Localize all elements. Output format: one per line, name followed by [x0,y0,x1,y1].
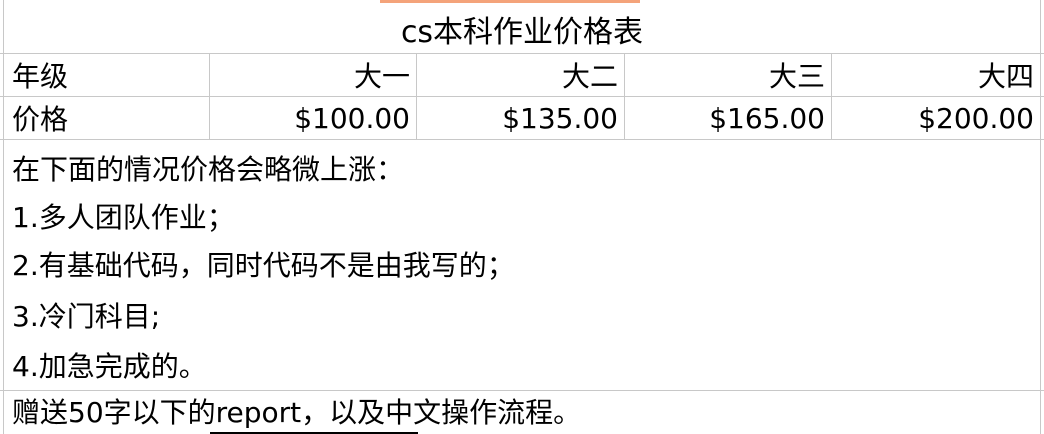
note-line[interactable]: 在下面的情况价格会略微上涨： [4,146,1040,190]
note-text: 3.冷门科目; [12,300,161,333]
cell-grade-junior[interactable]: 大三 [625,54,831,96]
cell-price-junior[interactable]: $165.00 [625,97,831,139]
grade-freshman: 大一 [353,60,410,93]
note-text: 4.加急完成的。 [12,350,207,383]
price-senior: $200.00 [918,101,1034,135]
note-text: 2.有基础代码，同时代码不是由我写的； [12,249,515,282]
spreadsheet: cs本科作业价格表 年级 大一 大二 大三 大四 价格 $100.00 $135… [0,0,1044,434]
grade-label: 年级 [12,60,69,93]
cell-price-senior[interactable]: $200.00 [832,97,1040,139]
cell-grade-senior[interactable]: 大四 [832,54,1040,96]
cell-price-label[interactable]: 价格 [4,97,209,139]
sheet-title-cell[interactable]: cs本科作业价格表 [4,4,1040,53]
bonus-note-cell[interactable]: 赠送50字以下的report，以及中文操作流程。 [4,390,1040,432]
note-text: 在下面的情况价格会略微上涨： [12,153,405,186]
cell-price-sophomore[interactable]: $135.00 [417,97,624,139]
cell-price-freshman[interactable]: $100.00 [210,97,416,139]
grade-sophomore: 大二 [561,60,618,93]
grid-line [0,139,1044,140]
grade-senior: 大四 [977,60,1034,93]
note-line[interactable]: 3.冷门科目; [4,293,1040,337]
cell-grade-label[interactable]: 年级 [4,54,209,96]
cell-grade-sophomore[interactable]: 大二 [417,54,624,96]
selected-cell-indicator [380,0,640,3]
grade-junior: 大三 [768,60,825,93]
sheet-title: cs本科作业价格表 [400,14,644,50]
price-label: 价格 [12,103,69,136]
note-line[interactable]: 4.加急完成的。 [4,343,1040,387]
note-line[interactable]: 1.多人团队作业； [4,194,1040,238]
note-line[interactable]: 2.有基础代码，同时代码不是由我写的； [4,242,1040,286]
price-freshman: $100.00 [294,101,410,135]
grid-line [1040,0,1041,434]
price-junior: $165.00 [709,101,825,135]
cell-grade-freshman[interactable]: 大一 [210,54,416,96]
price-sophomore: $135.00 [502,101,618,135]
bonus-note-text: 赠送50字以下的report，以及中文操作流程。 [12,396,582,429]
note-text: 1.多人团队作业； [12,201,235,234]
